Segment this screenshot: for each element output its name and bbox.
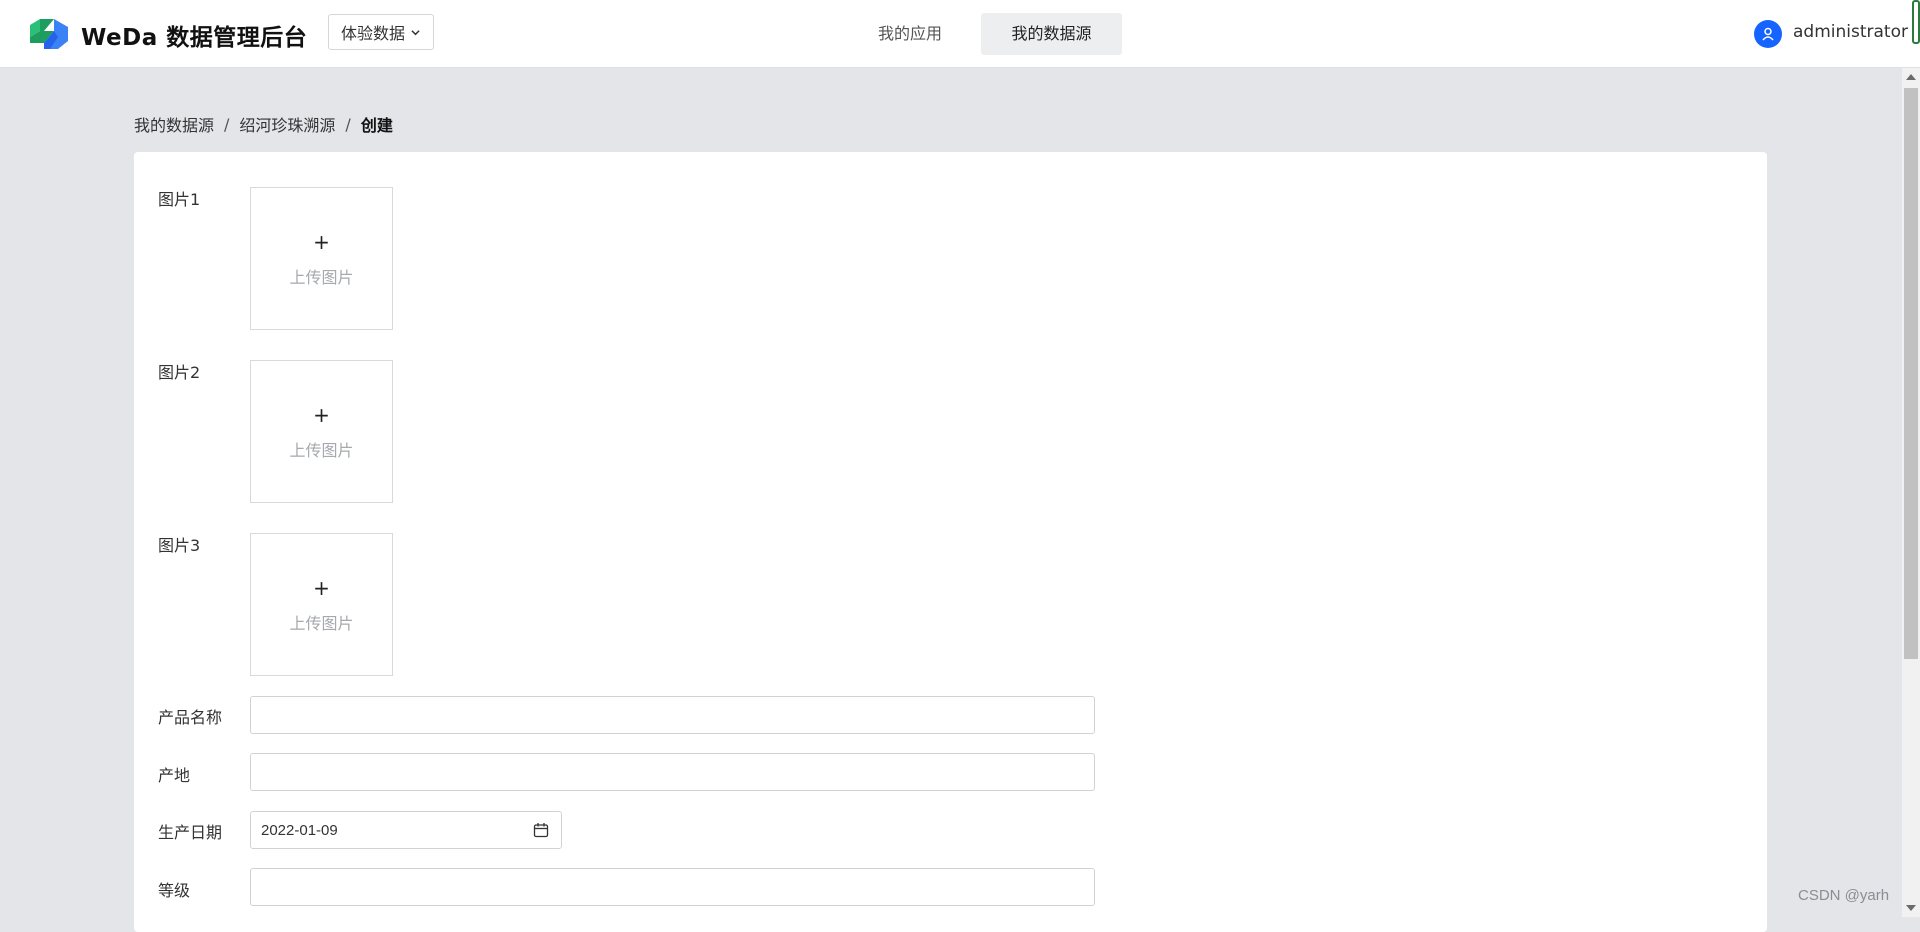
grade-label: 等级: [158, 881, 191, 900]
breadcrumb-separator: /: [345, 114, 351, 134]
breadcrumb: 我的数据源 / 绍河珍珠溯源 / 创建: [134, 112, 393, 136]
origin-label: 产地: [158, 766, 191, 785]
user-icon: [1762, 27, 1774, 41]
environment-selected-value: 体验数据: [341, 24, 406, 43]
production-date-label: 生产日期: [158, 823, 223, 842]
production-date-picker[interactable]: 2022-01-09: [250, 811, 562, 849]
upload-image-text: 上传图片: [289, 614, 354, 633]
watermark: CSDN @yarh: [1798, 887, 1890, 904]
app-title: WeDa 数据管理后台: [81, 25, 308, 51]
breadcrumb-separator: /: [224, 114, 230, 134]
user-avatar-icon[interactable]: [1754, 20, 1782, 48]
scrollbar-thumb[interactable]: [1904, 88, 1918, 659]
origin-input[interactable]: [250, 753, 1095, 791]
breadcrumb-my-datasources[interactable]: 我的数据源: [134, 112, 214, 136]
image-1-uploader[interactable]: + 上传图片: [250, 187, 393, 330]
window-edge-indicator: [1912, 0, 1920, 44]
user-name[interactable]: administrator: [1793, 22, 1908, 42]
product-name-input[interactable]: [250, 696, 1095, 734]
plus-icon: +: [313, 576, 330, 600]
calendar-icon[interactable]: [533, 822, 549, 838]
chevron-down-icon: [411, 29, 420, 35]
top-navigation-bar: WeDa 数据管理后台 体验数据 我的应用 我的数据源 administrato…: [0, 0, 1920, 68]
create-record-form: 图片1 + 上传图片 图片2 + 上传图片 图片3 + 上传图片 产品名称 产地…: [134, 152, 1767, 932]
breadcrumb-datasource[interactable]: 绍河珍珠溯源: [239, 112, 335, 136]
upload-image-text: 上传图片: [289, 441, 354, 460]
plus-icon: +: [313, 403, 330, 427]
tab-my-datasources[interactable]: 我的数据源: [981, 13, 1122, 55]
image-1-label: 图片1: [158, 190, 201, 209]
production-date-value: 2022-01-09: [261, 822, 338, 839]
image-2-label: 图片2: [158, 363, 201, 382]
grade-input[interactable]: [250, 868, 1095, 906]
weda-logo-icon: [30, 19, 68, 49]
image-3-label: 图片3: [158, 536, 201, 555]
scroll-down-arrow-icon[interactable]: [1906, 905, 1916, 911]
data-environment-dropdown[interactable]: 体验数据: [328, 14, 434, 50]
vertical-scrollbar[interactable]: [1902, 68, 1920, 917]
tab-my-apps[interactable]: 我的应用: [860, 13, 960, 55]
scroll-up-arrow-icon[interactable]: [1906, 74, 1916, 80]
image-2-uploader[interactable]: + 上传图片: [250, 360, 393, 503]
product-name-label: 产品名称: [158, 708, 223, 727]
breadcrumb-current-create: 创建: [360, 116, 393, 135]
image-3-uploader[interactable]: + 上传图片: [250, 533, 393, 676]
upload-image-text: 上传图片: [289, 268, 354, 287]
plus-icon: +: [313, 230, 330, 254]
